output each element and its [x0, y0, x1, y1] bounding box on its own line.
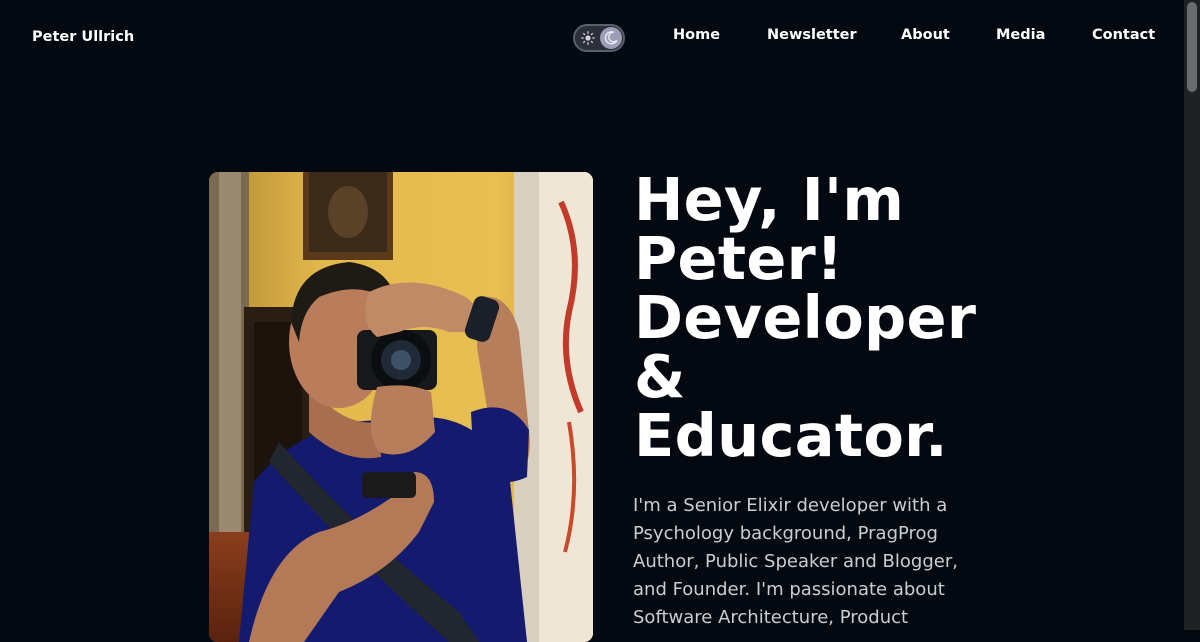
intro-line: I'm a Senior Elixir developer with a: [633, 495, 948, 516]
scrollbar-thumb[interactable]: [1187, 2, 1197, 92]
theme-knob: [600, 27, 622, 49]
headline-line: Peter!: [634, 224, 844, 293]
photographer-portrait: [209, 172, 593, 642]
intro-line: Psychology background, PragProg: [633, 523, 938, 544]
headline-line: &: [634, 342, 686, 411]
nav-home[interactable]: Home: [673, 27, 720, 43]
headline-line: Developer: [634, 283, 977, 352]
intro-line: and Founder. I'm passionate about: [633, 579, 945, 600]
headline-line: Hey, I'm: [634, 165, 905, 234]
site-name[interactable]: Peter Ullrich: [32, 29, 134, 45]
nav-contact[interactable]: Contact: [1092, 27, 1155, 43]
theme-toggle[interactable]: [573, 24, 625, 52]
headline-line: Educator.: [634, 401, 948, 470]
hero-intro: I'm a Senior Elixir developer with a Psy…: [633, 492, 973, 632]
hero-photo: [209, 172, 593, 642]
hero-headline: Hey, I'm Peter! Developer & Educator.: [634, 170, 994, 465]
intro-line: Software Architecture, Product: [633, 607, 909, 628]
moon-icon: [603, 30, 619, 46]
page-scrollbar[interactable]: [1184, 0, 1200, 630]
sun-icon: [579, 29, 597, 47]
intro-line: Author, Public Speaker and Blogger,: [633, 551, 958, 572]
nav-newsletter[interactable]: Newsletter: [767, 27, 857, 43]
nav-media[interactable]: Media: [996, 27, 1045, 43]
nav-about[interactable]: About: [901, 27, 950, 43]
